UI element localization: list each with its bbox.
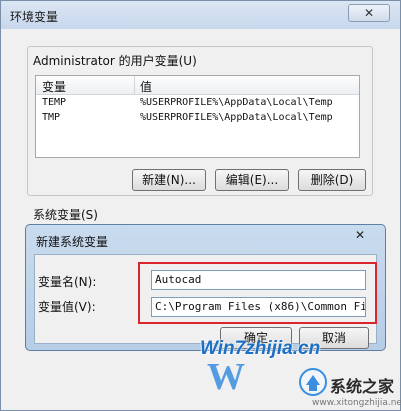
column-header-value[interactable]: 值 bbox=[140, 78, 152, 95]
close-icon: ✕ bbox=[363, 6, 375, 20]
user-variables-label: Administrator 的用户变量(U) bbox=[33, 54, 197, 68]
edit-user-variable-button[interactable]: 编辑(E)... bbox=[215, 169, 289, 191]
watermark-logo-icon bbox=[299, 368, 327, 396]
user-variables-list[interactable]: 变量 值 TEMP %USERPROFILE%\AppData\Local\Te… bbox=[35, 75, 360, 158]
variable-name-label: 变量名(N): bbox=[38, 275, 97, 289]
watermark-site-name: 系统之家 bbox=[330, 377, 395, 396]
column-header-variable[interactable]: 变量 bbox=[42, 78, 66, 95]
row-variable-name: TEMP bbox=[42, 97, 67, 108]
delete-user-variable-button[interactable]: 删除(D) bbox=[298, 169, 366, 191]
dialog-close-icon[interactable]: ✕ bbox=[351, 227, 369, 243]
list-header: 变量 值 bbox=[36, 76, 359, 95]
variable-value-label: 变量值(V): bbox=[38, 300, 96, 314]
row-variable-value: %USERPROFILE%\AppData\Local\Temp bbox=[140, 112, 333, 123]
table-row[interactable]: TMP %USERPROFILE%\AppData\Local\Temp bbox=[36, 112, 359, 126]
window-title: 环境变量 bbox=[10, 10, 59, 24]
annotation-highlight-box bbox=[138, 262, 377, 324]
watermark-url: www.xitongzhijia.net bbox=[312, 398, 401, 408]
window-close-button[interactable]: ✕ bbox=[348, 4, 390, 22]
row-variable-name: TMP bbox=[42, 112, 61, 123]
watermark-text: Win7zhijia.cn bbox=[200, 338, 321, 359]
row-variable-value: %USERPROFILE%\AppData\Local\Temp bbox=[140, 97, 333, 108]
column-divider bbox=[134, 76, 135, 94]
system-variables-label: 系统变量(S) bbox=[33, 208, 98, 222]
watermark-letter: W bbox=[207, 356, 245, 398]
new-user-variable-button[interactable]: 新建(N)... bbox=[132, 169, 206, 191]
dialog-title: 新建系统变量 bbox=[36, 235, 109, 249]
window-titlebar: 环境变量 ✕ bbox=[1, 1, 400, 29]
table-row[interactable]: TEMP %USERPROFILE%\AppData\Local\Temp bbox=[36, 97, 359, 111]
